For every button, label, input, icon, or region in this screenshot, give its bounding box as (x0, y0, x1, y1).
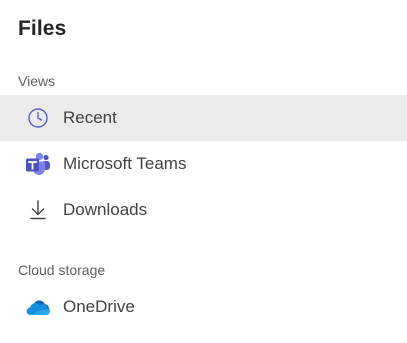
nav-item-downloads[interactable]: Downloads (0, 187, 407, 233)
views-section-label: Views (18, 73, 56, 89)
download-icon (25, 197, 51, 223)
nav-item-recent-label: Recent (63, 108, 117, 127)
nav-item-microsoft-teams[interactable]: Microsoft Teams (0, 141, 407, 187)
nav-item-microsoft-teams-label: Microsoft Teams (63, 154, 187, 173)
nav-item-recent[interactable]: Recent (0, 95, 407, 141)
clock-icon (25, 105, 51, 131)
microsoft-teams-icon (25, 151, 51, 177)
files-panel: Files Views Recent Microsoft Teams Downl… (0, 0, 407, 343)
nav-item-downloads-label: Downloads (63, 200, 148, 219)
nav-item-onedrive[interactable]: OneDrive (0, 284, 407, 330)
onedrive-icon (25, 294, 51, 320)
page-title: Files (18, 17, 67, 40)
nav-item-onedrive-label: OneDrive (63, 297, 135, 316)
cloud-storage-section-label: Cloud storage (18, 262, 106, 278)
